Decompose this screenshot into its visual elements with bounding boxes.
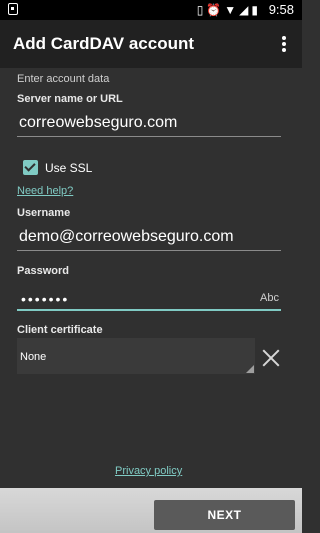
next-button[interactable]: NEXT bbox=[154, 500, 295, 530]
status-bar: ▯ ⏰ ▼ ◢ ▮ 9:58 bbox=[0, 0, 302, 20]
close-icon[interactable] bbox=[262, 349, 280, 367]
password-underline bbox=[17, 309, 281, 311]
username-underline bbox=[17, 250, 281, 251]
status-icons: ▯ ⏰ ▼ ◢ ▮ bbox=[197, 2, 258, 18]
more-vert-icon[interactable] bbox=[274, 34, 294, 54]
username-input[interactable]: demo@correowebseguro.com bbox=[19, 228, 234, 246]
password-label: Password bbox=[17, 265, 69, 277]
password-visibility-toggle[interactable]: Abc bbox=[260, 292, 279, 304]
client-certificate-value: None bbox=[20, 351, 47, 363]
password-input[interactable]: ••••••• bbox=[21, 291, 69, 307]
battery-icon: ▮ bbox=[251, 3, 258, 17]
privacy-policy-link[interactable]: Privacy policy bbox=[115, 465, 182, 477]
client-certificate-select[interactable]: None bbox=[17, 338, 255, 374]
ssl-checkbox[interactable] bbox=[23, 160, 38, 175]
form-hint: Enter account data bbox=[17, 73, 110, 85]
bottom-bar: NEXT bbox=[0, 488, 302, 533]
clock: 9:58 bbox=[268, 2, 294, 17]
alarm-icon: ⏰ bbox=[206, 3, 222, 17]
username-label: Username bbox=[17, 207, 71, 219]
server-input[interactable]: correowebseguro.com bbox=[19, 114, 177, 132]
wifi-icon: ▼ bbox=[224, 3, 237, 17]
dropdown-arrow-icon bbox=[246, 365, 254, 373]
server-label: Server name or URL bbox=[17, 93, 123, 105]
ssl-label[interactable]: Use SSL bbox=[45, 161, 92, 175]
need-help-link[interactable]: Need help? bbox=[17, 185, 73, 197]
client-certificate-label: Client certificate bbox=[17, 324, 103, 336]
page-title: Add CardDAV account bbox=[13, 34, 195, 53]
vibrate-icon: ▯ bbox=[196, 3, 204, 17]
signal-icon: ◢ bbox=[239, 3, 249, 17]
form-content: Enter account data Server name or URL co… bbox=[0, 68, 302, 488]
notification-icon bbox=[8, 3, 18, 15]
app-bar: Add CardDAV account bbox=[0, 20, 302, 68]
server-underline bbox=[17, 136, 281, 137]
